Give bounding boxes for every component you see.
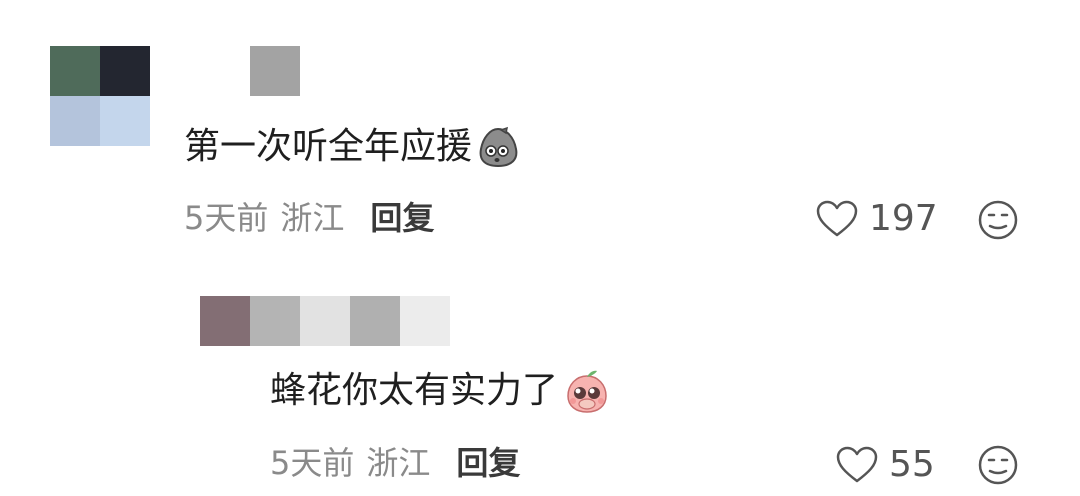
emoji-reaction-button[interactable] <box>977 444 1019 490</box>
comment-meta: 5天前 浙江 回复 <box>270 447 520 479</box>
potato-face-emoji-icon <box>476 125 520 169</box>
comment-body: 蜂花你太有实力了 <box>270 370 559 411</box>
location: 浙江 <box>366 444 431 482</box>
username-pixelated[interactable] <box>250 46 300 96</box>
like-count: 197 <box>869 198 938 239</box>
timestamp: 5天前 <box>270 444 355 482</box>
like-count: 55 <box>889 444 935 485</box>
location: 浙江 <box>280 199 345 237</box>
comment-meta: 5天前 浙江 回复 <box>184 202 434 234</box>
comment-text: 第一次听全年应援 <box>184 125 520 169</box>
neutral-face-icon <box>978 445 1018 485</box>
comment-body: 第一次听全年应援 <box>184 126 473 167</box>
username-pixelated[interactable] <box>250 296 450 346</box>
emoji-reaction-button[interactable] <box>977 199 1019 245</box>
timestamp: 5天前 <box>184 199 269 237</box>
avatar[interactable] <box>50 46 150 146</box>
heart-icon <box>836 446 878 483</box>
like-button[interactable]: 55 <box>835 446 935 484</box>
heart-icon <box>816 200 858 237</box>
reply-button[interactable]: 回复 <box>456 447 520 479</box>
avatar[interactable] <box>200 296 250 346</box>
neutral-face-icon <box>978 200 1018 240</box>
reply-button[interactable]: 回复 <box>370 202 434 234</box>
like-button[interactable]: 197 <box>815 200 938 238</box>
peach-face-emoji-icon <box>564 368 610 414</box>
comment-text: 蜂花你太有实力了 <box>270 368 610 414</box>
